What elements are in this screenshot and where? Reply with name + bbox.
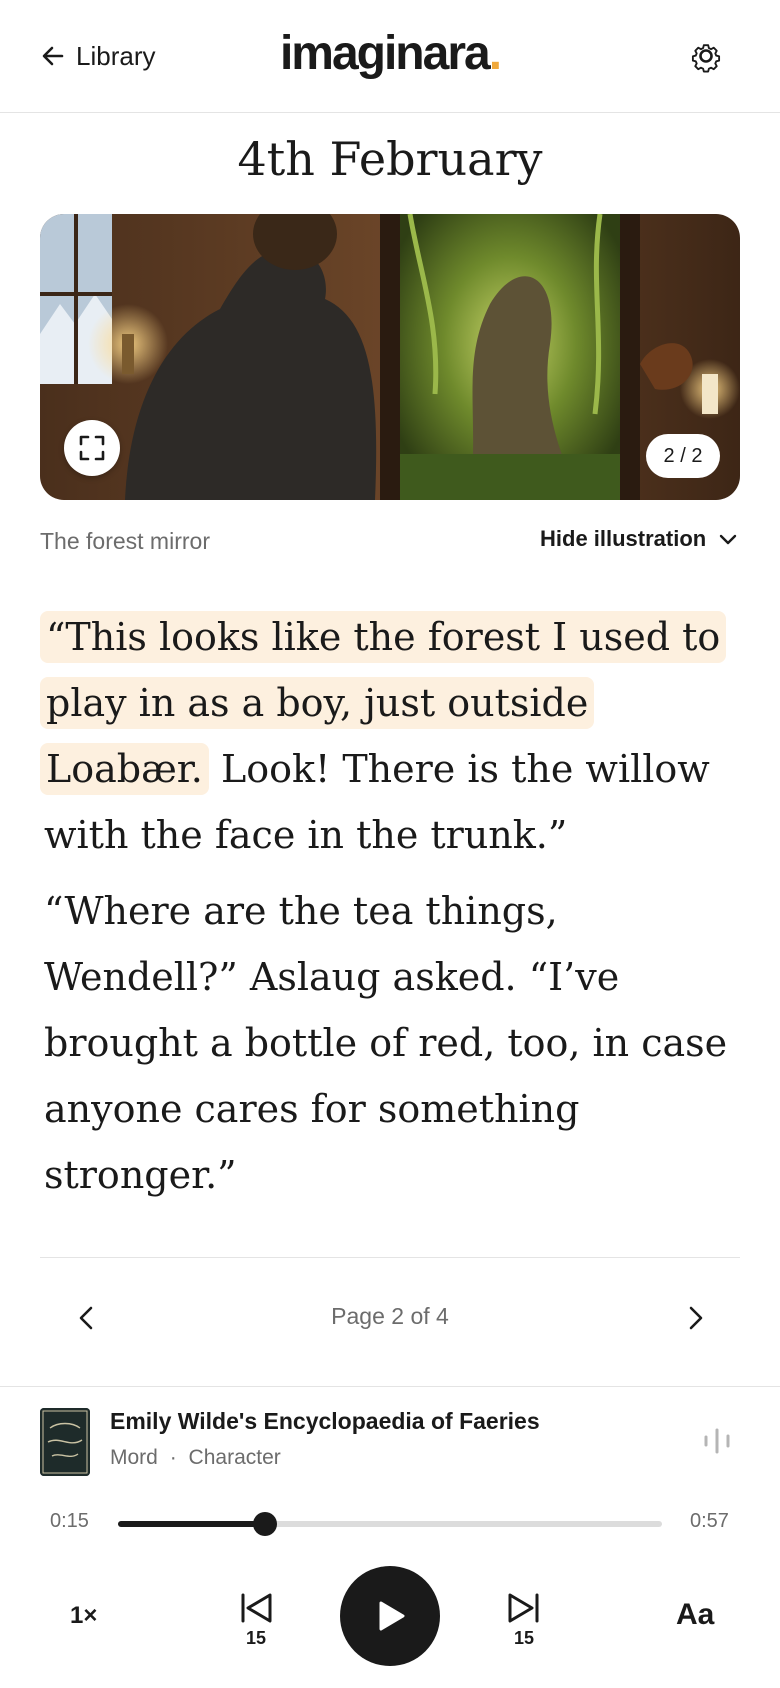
skip-back-button[interactable]: 15 (236, 1590, 276, 1650)
settings-button[interactable] (686, 36, 726, 76)
playback-speed-button[interactable]: 1× (70, 1602, 97, 1630)
narration-info: Mord · Character (110, 1446, 281, 1470)
book-cover-image (40, 1408, 90, 1476)
app-logo: imaginara. (0, 26, 780, 81)
chapter-illustration[interactable] (40, 214, 740, 500)
play-icon (379, 1601, 405, 1631)
voice-name: Mord (110, 1446, 158, 1469)
skip-back-icon (241, 1593, 272, 1623)
illustration-counter: 2 / 2 (646, 434, 720, 478)
elapsed-time: 0:15 (50, 1510, 89, 1532)
story-paragraph: “This looks like the forest I used to pl… (40, 604, 744, 868)
meta-separator: · (169, 1446, 177, 1469)
chevron-down-icon (720, 534, 737, 545)
page-indicator: Page 2 of 4 (331, 1303, 449, 1329)
divider (40, 1257, 740, 1258)
story-text: “This looks like the forest I used to pl… (40, 604, 744, 1208)
logo-dot: . (488, 27, 502, 80)
illustration-caption: The forest mirror (40, 528, 210, 554)
narration-mode: Character (188, 1446, 281, 1469)
play-button[interactable] (340, 1566, 440, 1666)
skip-back-seconds: 15 (245, 1628, 267, 1648)
skip-forward-button[interactable]: 15 (504, 1590, 544, 1650)
chapter-title: 4th February (237, 132, 543, 186)
story-paragraph-2: “Where are the tea things, Wendell?” Asl… (44, 889, 728, 1197)
book-cover (40, 1408, 90, 1476)
hide-illustration-toggle[interactable]: Hide illustration (540, 526, 738, 552)
expand-icon (79, 435, 105, 461)
chevron-right-icon (689, 1306, 703, 1330)
fullscreen-button[interactable] (64, 420, 120, 476)
audio-visualizer-button[interactable] (702, 1428, 732, 1454)
duration-time: 0:57 (690, 1510, 729, 1532)
hide-illustration-label: Hide illustration (540, 526, 707, 551)
illustration-image (40, 214, 740, 500)
book-title: Emily Wilde's Encyclopaedia of Faeries (110, 1408, 540, 1434)
waveform-icon (704, 1428, 730, 1454)
logo-text: imaginara (279, 27, 491, 80)
text-settings-button[interactable]: Aa (676, 1598, 714, 1632)
gear-icon (691, 44, 721, 73)
next-page-button[interactable] (676, 1298, 716, 1338)
skip-forward-seconds: 15 (513, 1628, 535, 1648)
skip-forward-icon (508, 1593, 539, 1623)
progress-handle[interactable] (253, 1512, 277, 1536)
player-divider (0, 1386, 780, 1387)
progress-fill (118, 1521, 265, 1527)
